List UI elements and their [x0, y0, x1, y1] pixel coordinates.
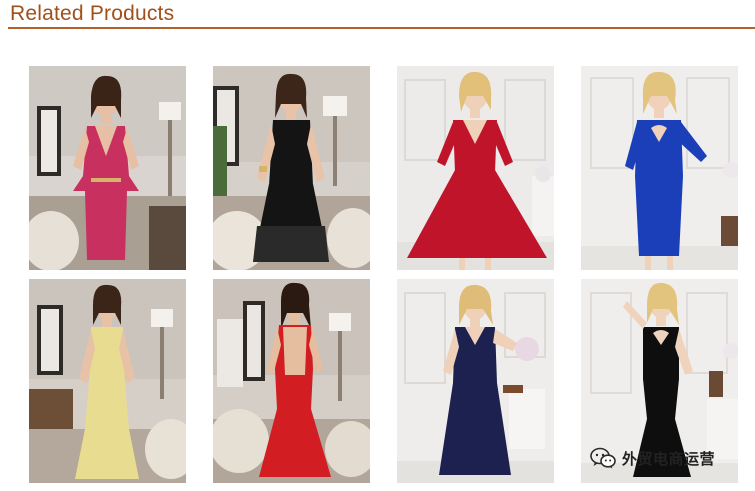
- black-lace-dress-product[interactable]: [213, 66, 370, 270]
- product-image: [29, 66, 186, 270]
- product-image: [29, 279, 186, 483]
- product-image: [581, 66, 738, 270]
- blue-lace-dress-product[interactable]: [581, 66, 738, 270]
- pink-peplum-dress-product[interactable]: [29, 66, 186, 270]
- red-gown-product[interactable]: [213, 279, 370, 483]
- product-image: [397, 279, 554, 483]
- product-image: [213, 66, 370, 270]
- product-image: [213, 279, 370, 483]
- navy-lace-gown-product[interactable]: [397, 279, 554, 483]
- watermark-text: 外贸电商运营: [622, 449, 716, 468]
- yellow-gown-product[interactable]: [29, 279, 186, 483]
- red-lace-dress-product[interactable]: [397, 66, 554, 270]
- product-grid: [0, 0, 755, 491]
- wechat-icon: [590, 447, 616, 469]
- watermark: 外贸电商运营: [590, 446, 715, 470]
- product-image: [397, 66, 554, 270]
